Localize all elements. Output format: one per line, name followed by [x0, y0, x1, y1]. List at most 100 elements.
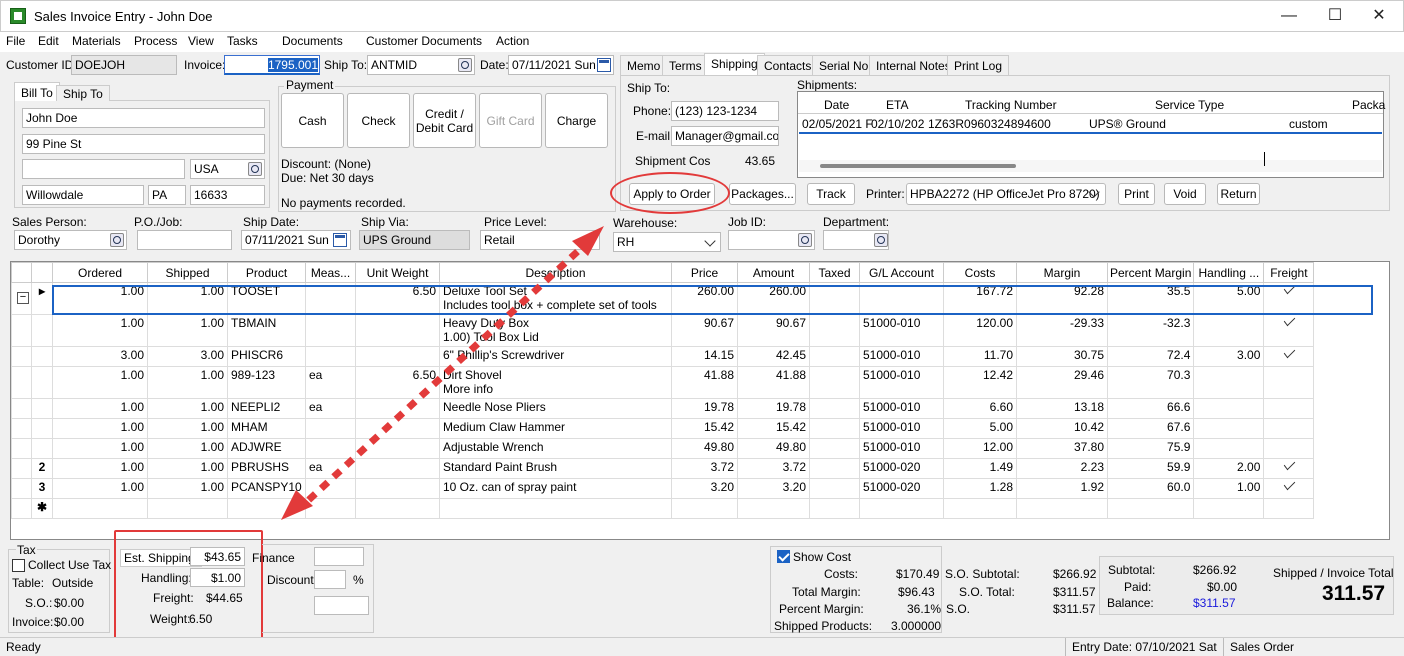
- cell-meas[interactable]: [305, 282, 356, 315]
- cell-pct[interactable]: 75.9: [1106, 438, 1195, 459]
- cell-costs[interactable]: 5.00: [943, 418, 1017, 439]
- cell-pct[interactable]: 59.9: [1106, 458, 1195, 479]
- cell-gl[interactable]: 51000-010: [859, 314, 944, 347]
- table-row[interactable]: ✱: [11, 498, 1315, 519]
- cell-margin[interactable]: 37.80: [1016, 438, 1108, 459]
- cell-weight[interactable]: 6.50: [355, 366, 440, 399]
- cell-ordered[interactable]: 1.00: [52, 314, 148, 347]
- cell-pct[interactable]: 70.3: [1106, 366, 1195, 399]
- cell-handling[interactable]: [1193, 314, 1265, 347]
- cell-margin[interactable]: 10.42: [1016, 418, 1108, 439]
- print-button[interactable]: Print: [1118, 183, 1155, 205]
- cell-meas[interactable]: [305, 498, 356, 519]
- cell-gl[interactable]: [859, 282, 944, 315]
- cell-shipped[interactable]: 1.00: [147, 478, 228, 499]
- cell-product[interactable]: TBMAIN: [227, 314, 306, 347]
- cell-margin[interactable]: 13.18: [1016, 398, 1108, 419]
- cell-weight[interactable]: [355, 418, 440, 439]
- cell-desc[interactable]: Standard Paint Brush: [439, 458, 672, 479]
- cell-product[interactable]: MHAM: [227, 418, 306, 439]
- sales-person-lookup-icon[interactable]: [110, 233, 124, 247]
- cell-pct[interactable]: [1106, 498, 1195, 519]
- cell-gl[interactable]: 51000-010: [859, 366, 944, 399]
- menu-file[interactable]: File: [6, 34, 25, 48]
- cell-pct[interactable]: -32.3: [1106, 314, 1195, 347]
- cell-ordered[interactable]: 1.00: [52, 478, 148, 499]
- tab-shipping[interactable]: Shipping: [704, 53, 765, 75]
- email-field[interactable]: Manager@gmail.com: [671, 126, 779, 146]
- menu-documents[interactable]: Documents: [282, 34, 343, 48]
- grid-col-meas[interactable]: Meas...: [305, 262, 356, 283]
- date-calendar-icon[interactable]: [597, 58, 611, 72]
- cell-amount[interactable]: 3.72: [737, 458, 810, 479]
- cell-meas[interactable]: [305, 346, 356, 367]
- cell-margin[interactable]: 29.46: [1016, 366, 1108, 399]
- cell-pct[interactable]: 67.6: [1106, 418, 1195, 439]
- cell-desc[interactable]: Heavy Duty Box 1.00) Tool Box Lid: [439, 314, 672, 347]
- cell-desc[interactable]: Medium Claw Hammer: [439, 418, 672, 439]
- cell-price[interactable]: 14.15: [671, 346, 738, 367]
- table-row[interactable]: 1.00 1.00 ADJWRE Adjustable Wrench 49.80 49.8…: [11, 438, 1315, 459]
- bill-to-state-field[interactable]: PA: [148, 185, 186, 205]
- gift-card-button[interactable]: Gift Card: [479, 93, 542, 148]
- row-marker[interactable]: [31, 438, 53, 459]
- cell-desc[interactable]: Needle Nose Pliers: [439, 398, 672, 419]
- cell-freight[interactable]: [1263, 314, 1315, 347]
- cell-costs[interactable]: 11.70: [943, 346, 1017, 367]
- row-marker[interactable]: [31, 346, 53, 367]
- cell-amount[interactable]: 49.80: [737, 438, 810, 459]
- cell-costs[interactable]: 1.49: [943, 458, 1017, 479]
- cell-meas[interactable]: [305, 314, 356, 347]
- cell-freight[interactable]: [1263, 282, 1315, 315]
- table-row[interactable]: 3.00 3.00 PHISCR6 6" Phillip's Screwdriver 1…: [11, 346, 1315, 367]
- cell-pct[interactable]: 72.4: [1106, 346, 1195, 367]
- cell-gl[interactable]: 51000-020: [859, 478, 944, 499]
- cell-ordered[interactable]: 1.00: [52, 438, 148, 459]
- cell-price[interactable]: 260.00: [671, 282, 738, 315]
- cell-gl[interactable]: 51000-010: [859, 418, 944, 439]
- row-marker[interactable]: 3: [31, 478, 53, 499]
- cell-weight[interactable]: [355, 498, 440, 519]
- cell-price[interactable]: 41.88: [671, 366, 738, 399]
- cell-shipped[interactable]: 1.00: [147, 282, 228, 315]
- cell-price[interactable]: 19.78: [671, 398, 738, 419]
- cell-weight[interactable]: [355, 398, 440, 419]
- cell-taxed[interactable]: [809, 478, 860, 499]
- cell-freight[interactable]: [1263, 418, 1315, 439]
- cell-price[interactable]: 3.72: [671, 458, 738, 479]
- shipments-scroll-thumb[interactable]: [820, 164, 1016, 168]
- check-button[interactable]: Check: [347, 93, 410, 148]
- cell-product[interactable]: PHISCR6: [227, 346, 306, 367]
- grid-col-ordered[interactable]: Ordered: [52, 262, 148, 283]
- cell-product[interactable]: PBRUSHS: [227, 458, 306, 479]
- cell-costs[interactable]: [943, 498, 1017, 519]
- cell-product[interactable]: ADJWRE: [227, 438, 306, 459]
- cell-gl[interactable]: 51000-010: [859, 398, 944, 419]
- cell-desc[interactable]: Dirt Shovel More info: [439, 366, 672, 399]
- cell-handling[interactable]: 1.00: [1193, 478, 1265, 499]
- menu-process[interactable]: Process: [134, 34, 177, 48]
- cell-product[interactable]: 989-123: [227, 366, 306, 399]
- cell-meas[interactable]: ea: [305, 366, 356, 399]
- cell-shipped[interactable]: 1.00: [147, 418, 228, 439]
- cell-freight[interactable]: [1263, 458, 1315, 479]
- tab-terms[interactable]: Terms: [662, 55, 709, 75]
- track-button[interactable]: Track: [807, 183, 855, 205]
- grid-col-margin[interactable]: Margin: [1016, 262, 1108, 283]
- charge-button[interactable]: Charge: [545, 93, 608, 148]
- cell-freight[interactable]: [1263, 498, 1315, 519]
- cell-pct[interactable]: 60.0: [1106, 478, 1195, 499]
- menu-view[interactable]: View: [188, 34, 214, 48]
- cell-taxed[interactable]: [809, 458, 860, 479]
- cell-handling[interactable]: [1193, 366, 1265, 399]
- void-button[interactable]: Void: [1164, 183, 1206, 205]
- grid-col-amount[interactable]: Amount: [737, 262, 810, 283]
- cell-taxed[interactable]: [809, 398, 860, 419]
- cell-costs[interactable]: 120.00: [943, 314, 1017, 347]
- cell-margin[interactable]: 2.23: [1016, 458, 1108, 479]
- cell-product[interactable]: [227, 498, 306, 519]
- cell-ordered[interactable]: 1.00: [52, 366, 148, 399]
- cell-handling[interactable]: 2.00: [1193, 458, 1265, 479]
- cell-handling[interactable]: 3.00: [1193, 346, 1265, 367]
- cell-handling[interactable]: [1193, 498, 1265, 519]
